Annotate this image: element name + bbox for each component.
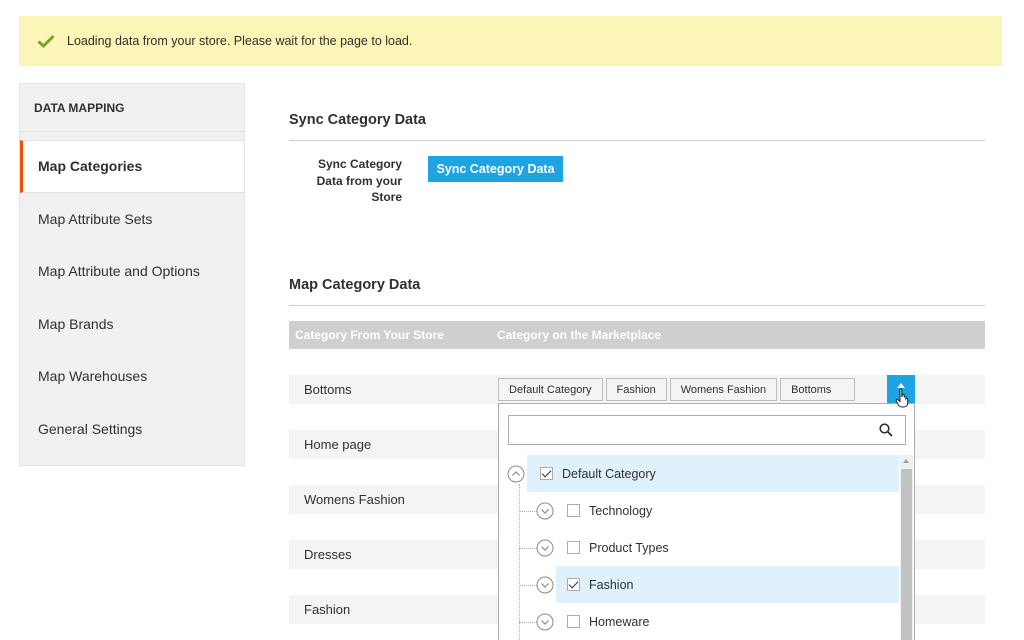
tree-item-technology[interactable]: Technology [556, 492, 899, 529]
path-chip: Fashion [605, 378, 667, 401]
sidebar-item-map-categories[interactable]: Map Categories [20, 140, 244, 193]
chevron-down-circle-icon[interactable] [536, 613, 554, 631]
tree-item-product-types[interactable]: Product Types [556, 529, 899, 566]
tree-item-label: Technology [589, 503, 653, 518]
sidebar-item-map-brands[interactable]: Map Brands [20, 298, 244, 351]
table-header: Category From Your Store Category on the… [289, 321, 985, 349]
tree-checkbox[interactable] [567, 615, 580, 628]
sync-category-button[interactable]: Sync Category Data [428, 156, 563, 182]
tree-item-homeware[interactable]: Homeware [556, 603, 899, 640]
tree-connector [519, 622, 537, 623]
row-label: Womens Fashion [304, 492, 405, 507]
chevron-down-circle-icon[interactable] [536, 576, 554, 594]
notice-message: Loading data from your store. Please wai… [67, 34, 413, 48]
check-icon [37, 34, 55, 48]
tree-item-label: Product Types [589, 540, 669, 555]
sync-heading: Sync Category Data [289, 112, 426, 128]
tree-checkbox[interactable] [567, 578, 580, 591]
sidebar-item-map-warehouses[interactable]: Map Warehouses [20, 350, 244, 403]
sidebar-item-map-attribute-sets[interactable]: Map Attribute Sets [20, 193, 244, 246]
row-label: Home page [304, 437, 372, 452]
dropdown-scrollbar[interactable] [900, 455, 913, 640]
column-header-store: Category From Your Store [295, 328, 444, 342]
chevron-down-circle-icon[interactable] [536, 502, 554, 520]
path-chip: Default Category [498, 378, 603, 401]
row-label: Dresses [304, 547, 352, 562]
tree-connector [519, 548, 537, 549]
tree-connector [519, 511, 537, 512]
tree-item-label: Default Category [562, 466, 656, 481]
sidebar: DATA MAPPING Map Categories Map Attribut… [19, 83, 245, 466]
notice-bar: Loading data from your store. Please wai… [19, 16, 1002, 66]
row-label: Fashion [304, 602, 351, 617]
divider [289, 305, 985, 306]
tree-connector [519, 484, 520, 640]
tree-checkbox[interactable] [540, 467, 553, 480]
tree-item-default-category[interactable]: Default Category [527, 455, 899, 492]
scroll-up-icon[interactable] [903, 459, 909, 463]
tree-connector [519, 585, 537, 586]
chevron-down-circle-icon[interactable] [536, 539, 554, 557]
category-search-input[interactable] [508, 415, 906, 445]
tree-item-label: Homeware [589, 614, 650, 629]
category-path-chips[interactable]: Default Category Fashion Womens Fashion … [498, 376, 858, 403]
hand-cursor-icon [895, 388, 909, 408]
search-icon [879, 423, 893, 437]
sidebar-section-title: DATA MAPPING [20, 84, 244, 132]
sidebar-item-map-attribute-options[interactable]: Map Attribute and Options [20, 245, 244, 298]
path-chip: Bottoms [780, 378, 856, 401]
map-heading: Map Category Data [289, 277, 421, 293]
chevron-up-circle-icon[interactable] [507, 465, 525, 483]
tree-item-fashion[interactable]: Fashion [556, 566, 899, 603]
tree-checkbox[interactable] [567, 541, 580, 554]
sidebar-item-general-settings[interactable]: General Settings [20, 403, 244, 456]
sync-field-label: Sync Category Data from your Store [316, 157, 402, 204]
column-header-marketplace: Category on the Marketplace [497, 328, 662, 342]
divider [289, 140, 985, 141]
tree-checkbox[interactable] [567, 504, 580, 517]
row-label: Bottoms [304, 382, 352, 397]
tree-item-label: Fashion [589, 577, 634, 592]
scrollbar-thumb[interactable] [901, 469, 912, 640]
path-chip: Womens Fashion [669, 378, 778, 401]
